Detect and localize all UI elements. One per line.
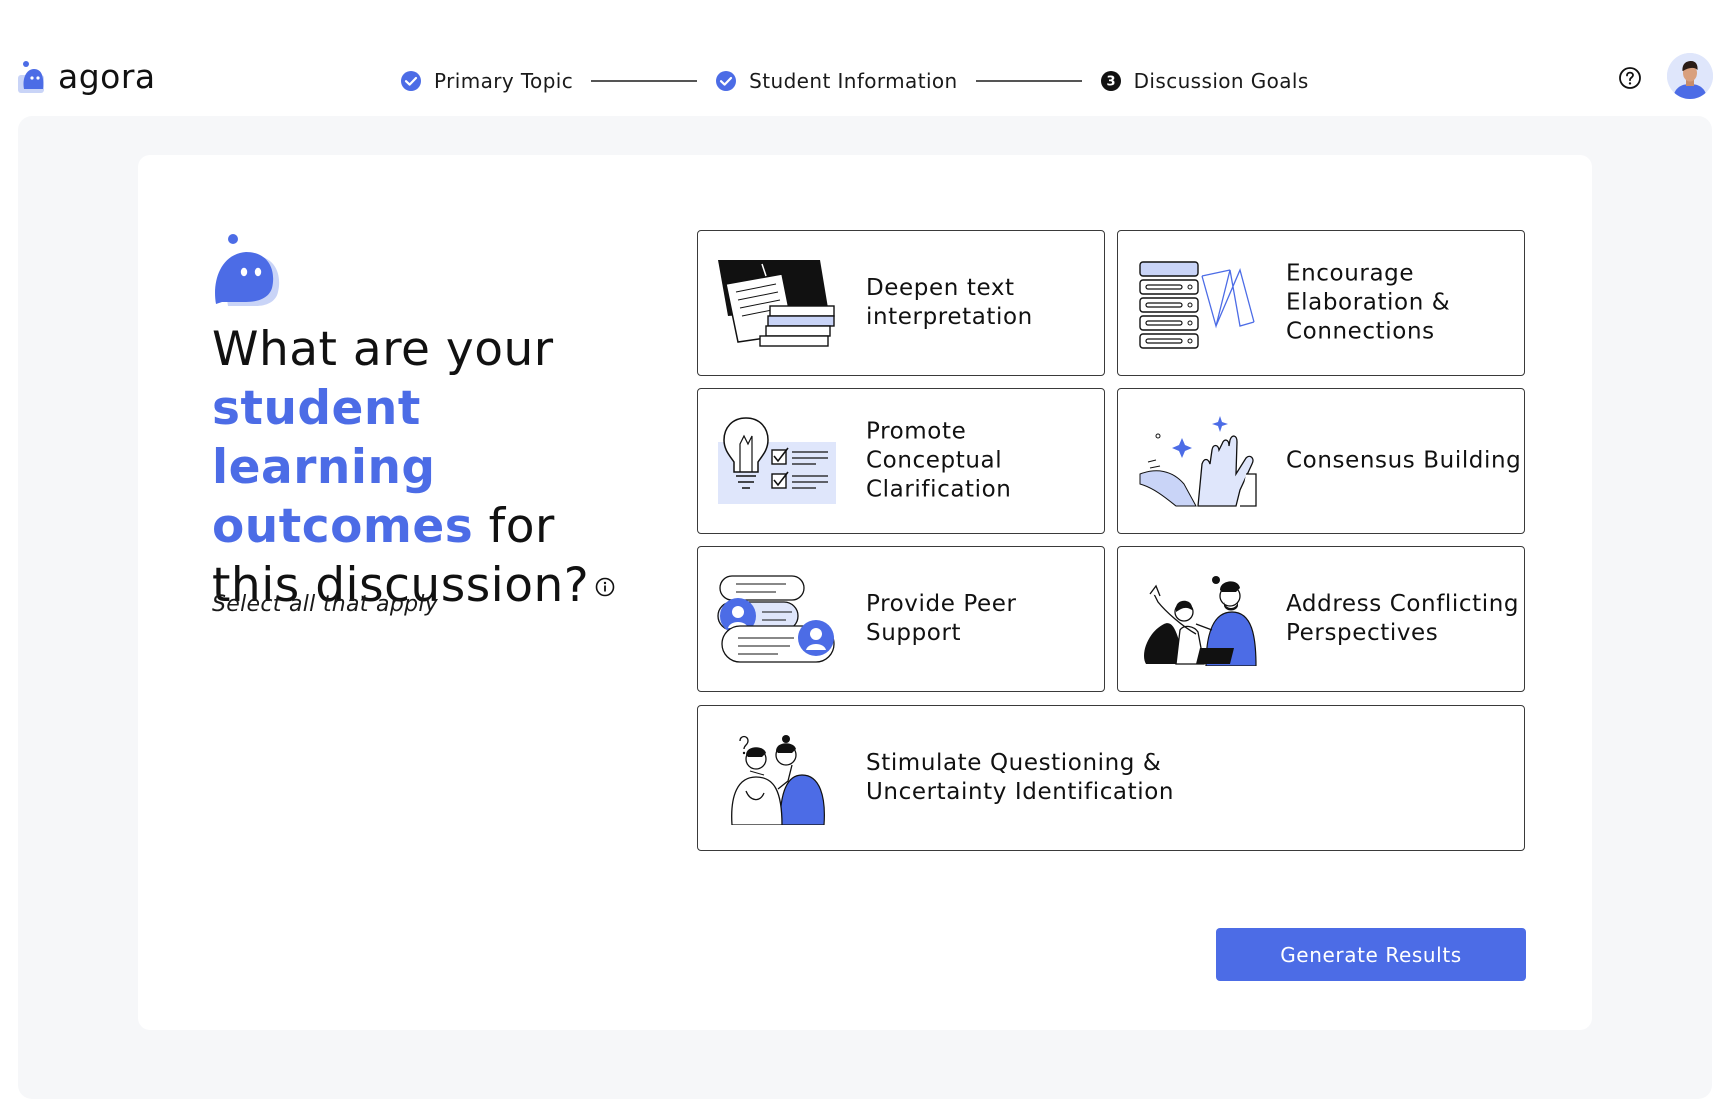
step-connector <box>591 80 698 82</box>
app-name: agora <box>58 57 156 96</box>
option-consensus-building[interactable]: Consensus Building <box>1117 388 1525 534</box>
option-stimulate-questioning[interactable]: Stimulate Questioning & Uncertainty Iden… <box>697 705 1525 851</box>
step-connector <box>975 80 1082 82</box>
step-label: Discussion Goals <box>1133 69 1309 93</box>
user-avatar[interactable] <box>1667 53 1713 99</box>
step-number: 3 <box>1106 75 1115 90</box>
chat-bubbles-illustration-icon <box>717 575 835 663</box>
top-bar: agora Primary Topic Student Information … <box>0 0 1728 116</box>
option-label: Address Conflicting Perspectives <box>1286 591 1520 646</box>
option-deepen-text-interpretation[interactable]: Deepen text interpretation <box>697 230 1105 376</box>
high-five-hands-illustration-icon <box>1139 416 1257 507</box>
step-label: Student Information <box>749 69 958 93</box>
page-question: What are your student learning outcomes … <box>212 320 652 615</box>
option-label: Encourage Elaboration & Connections <box>1286 260 1451 345</box>
progress-stepper: Primary Topic Student Information 3 Disc… <box>400 68 1309 94</box>
debating-people-illustration-icon <box>1144 576 1257 666</box>
option-label: Consensus Building <box>1286 447 1522 474</box>
option-address-conflicting-perspectives[interactable]: Address Conflicting Perspectives <box>1117 546 1525 692</box>
step-discussion-goals[interactable]: 3 Discussion Goals <box>1100 69 1309 93</box>
mascot-icon <box>215 234 280 306</box>
step-label: Primary Topic <box>434 69 574 93</box>
lightbulb-checklist-illustration-icon <box>718 417 836 504</box>
step-primary-topic[interactable]: Primary Topic <box>400 69 573 93</box>
select-instruction: Select all that apply <box>212 592 439 617</box>
step-number-icon: 3 <box>1100 71 1121 91</box>
option-label: Provide Peer Support <box>866 591 1017 646</box>
check-circle-icon <box>716 71 737 91</box>
option-provide-peer-support[interactable]: Provide Peer Support <box>697 546 1105 692</box>
generate-results-button[interactable]: Generate Results <box>1216 928 1526 981</box>
learning-outcomes-grid: Deepen text interpretation Encourage Ela… <box>697 230 1525 851</box>
check-circle-icon <box>401 71 421 91</box>
books-papers-illustration-icon <box>718 260 835 347</box>
step-student-information[interactable]: Student Information <box>715 69 957 93</box>
question-highlight: student learning outcomes <box>212 381 474 554</box>
user-avatar-icon <box>1667 53 1713 99</box>
app-logo[interactable]: agora <box>18 60 156 93</box>
option-encourage-elaboration[interactable]: Encourage Elaboration & Connections <box>1117 230 1525 376</box>
thinking-people-illustration-icon <box>731 735 825 825</box>
option-label: Deepen text interpretation <box>866 275 1033 330</box>
server-network-illustration-icon <box>1139 261 1255 349</box>
question-prefix: What are your <box>212 322 554 377</box>
agora-logo-icon <box>18 60 44 93</box>
option-promote-conceptual-clarification[interactable]: Promote Conceptual Clarification <box>697 388 1105 534</box>
info-icon[interactable] <box>595 577 615 597</box>
option-label: Stimulate Questioning & Uncertainty Iden… <box>866 750 1175 805</box>
option-label: Promote Conceptual Clarification <box>866 418 1012 503</box>
help-icon[interactable] <box>1618 66 1642 90</box>
